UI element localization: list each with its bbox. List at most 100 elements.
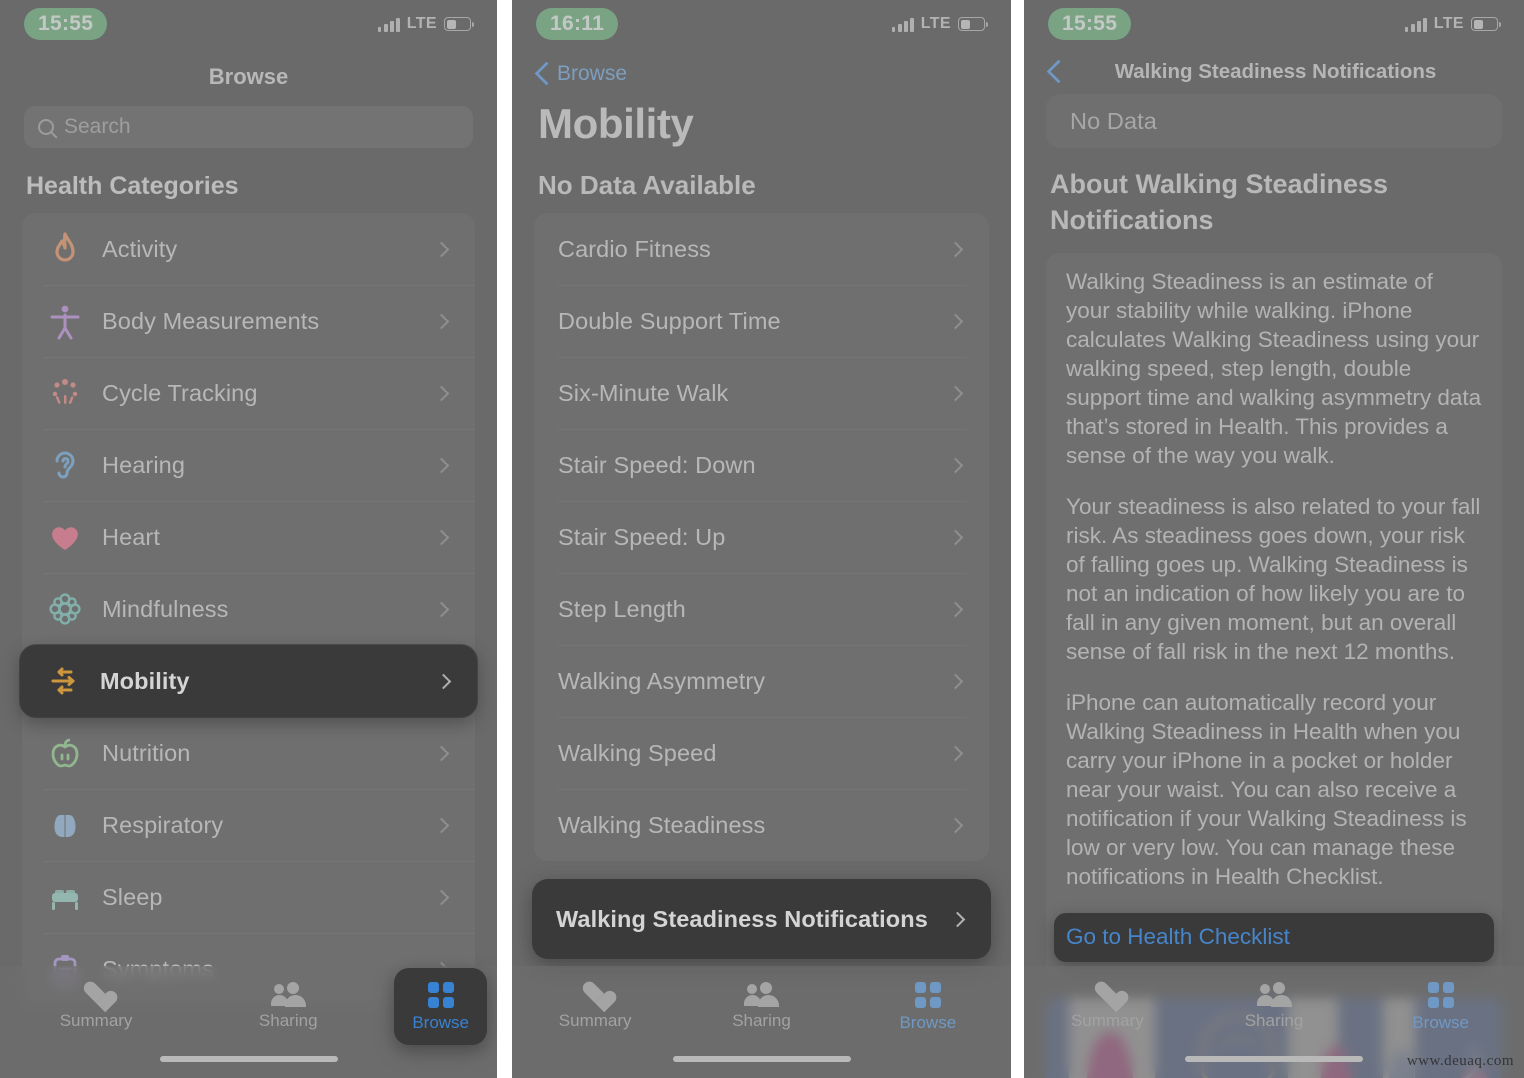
category-row-sleep[interactable]: Sleep [22, 861, 475, 933]
tab-summary[interactable]: Summary [0, 982, 192, 1031]
tab-label: Summary [558, 1011, 632, 1030]
chevron-right-icon [949, 911, 966, 927]
back-button[interactable]: Browse [512, 48, 1011, 92]
no-data-card: No Data [1046, 94, 1502, 148]
heart-icon [1094, 982, 1120, 1006]
status-bar: 15:55 LTE [1024, 0, 1524, 48]
people-icon [1257, 982, 1292, 1007]
category-row-body-measurements[interactable]: Body Measurements [22, 285, 475, 357]
tab-sharing[interactable]: Sharing [678, 982, 844, 1031]
category-label: Body Measurements [102, 307, 320, 334]
status-time: 15:55 [24, 8, 108, 40]
metric-label: Step Length [558, 595, 686, 622]
status-indicators: LTE [891, 15, 989, 33]
metric-label: Walking Steadiness Notifications [556, 905, 928, 932]
chevron-right-icon [433, 529, 450, 545]
status-indicators: LTE [377, 15, 475, 33]
category-row-mindfulness[interactable]: Mindfulness [22, 573, 475, 645]
tab-browse[interactable]: Browse [845, 982, 1011, 1033]
body-icon [44, 300, 86, 342]
highlighted-row[interactable]: Walking Steadiness Notifications [532, 879, 991, 959]
metric-row-double-support-time[interactable]: Double Support Time [534, 285, 989, 357]
network-label: LTE [1433, 15, 1464, 32]
metric-row-cardio-fitness[interactable]: Cardio Fitness [534, 213, 989, 285]
metric-row-walking-asymmetry[interactable]: Walking Asymmetry [534, 645, 989, 717]
chevron-right-icon [433, 601, 450, 617]
phone-screen-browse: 15:55 LTE Browse Search Health Categorie… [0, 0, 497, 1078]
network-label: LTE [920, 15, 951, 32]
no-data-row: No Data [1046, 94, 1502, 148]
metric-row-walking-speed[interactable]: Walking Speed [534, 717, 989, 789]
battery-icon [958, 17, 989, 31]
back-button[interactable] [1048, 60, 1061, 84]
chevron-right-icon [433, 241, 450, 257]
metric-row-walking-steadiness-notifications[interactable]: Walking Steadiness Notifications [532, 879, 991, 959]
people-icon [744, 982, 780, 1007]
tab-browse[interactable]: Browse [394, 968, 487, 1045]
flame-icon [44, 228, 86, 270]
tab-summary[interactable]: Summary [1024, 982, 1191, 1031]
grid-icon [1427, 982, 1454, 1008]
metric-row-stair-speed-down[interactable]: Stair Speed: Down [534, 429, 989, 501]
metric-label: Stair Speed: Up [558, 523, 726, 550]
tab-label: Sharing [732, 1011, 791, 1030]
go-to-health-checklist-link[interactable]: Go to Health Checklist [1054, 913, 1494, 963]
chevron-right-icon [947, 673, 964, 689]
metric-label: Walking Steadiness [558, 811, 766, 838]
heart-icon [582, 982, 608, 1006]
category-label: Hearing [102, 451, 185, 478]
status-time: 15:55 [1048, 8, 1132, 40]
metric-row-six-minute-walk[interactable]: Six-Minute Walk [534, 357, 989, 429]
back-label: Browse [557, 62, 628, 85]
bed-icon [44, 876, 86, 918]
status-time: 16:11 [536, 8, 619, 40]
health-categories-list: Activity Body Measurements Cycle Trackin… [20, 213, 477, 1005]
metric-label: Stair Speed: Down [558, 451, 756, 478]
chevron-right-icon [947, 529, 964, 545]
network-label: LTE [406, 15, 437, 32]
chevron-right-icon [947, 817, 964, 833]
category-row-mobility[interactable]: Mobility [20, 645, 477, 717]
page-title: Mobility [538, 100, 694, 147]
chevron-left-icon [536, 62, 549, 86]
metric-label: Six-Minute Walk [558, 379, 729, 406]
search-input[interactable]: Search [24, 106, 473, 148]
metric-label: Double Support Time [558, 307, 781, 334]
metric-row-stair-speed-up[interactable]: Stair Speed: Up [534, 501, 989, 573]
apple-icon [44, 732, 86, 774]
category-row-cycle-tracking[interactable]: Cycle Tracking [22, 357, 475, 429]
metric-row-step-length[interactable]: Step Length [534, 573, 989, 645]
chevron-right-icon [433, 313, 450, 329]
home-indicator [672, 1056, 851, 1062]
mobility-icon [42, 660, 84, 702]
battery-icon [444, 17, 475, 31]
grid-icon [914, 982, 941, 1008]
chevron-right-icon [433, 889, 450, 905]
phone-screen-walking-steadiness-notifications: 15:55 LTE Walking Steadiness Notificatio… [1024, 0, 1524, 1078]
category-row-nutrition[interactable]: Nutrition [22, 717, 475, 789]
category-label: Activity [102, 235, 178, 262]
chevron-right-icon [947, 385, 964, 401]
search-icon [38, 119, 54, 135]
ear-icon [44, 444, 86, 486]
metric-row-walking-steadiness[interactable]: Walking Steadiness [534, 789, 989, 861]
tab-summary[interactable]: Summary [512, 982, 678, 1031]
tab-sharing[interactable]: Sharing [1191, 982, 1358, 1031]
category-row-activity[interactable]: Activity [22, 213, 475, 285]
metric-label: Walking Asymmetry [558, 667, 766, 694]
cycle-icon [44, 372, 86, 414]
category-label: Mobility [100, 667, 190, 694]
heart-icon [44, 516, 86, 558]
category-row-heart[interactable]: Heart [22, 501, 475, 573]
battery-icon [1471, 17, 1502, 31]
tab-sharing[interactable]: Sharing [192, 982, 384, 1031]
category-row-hearing[interactable]: Hearing [22, 429, 475, 501]
grid-icon [427, 982, 454, 1008]
chevron-right-icon [947, 241, 964, 257]
home-indicator [159, 1056, 338, 1062]
screenshot-board: 15:55 LTE Browse Search Health Categorie… [0, 0, 1524, 1078]
tab-browse[interactable]: Browse [1357, 982, 1524, 1033]
signal-bars-icon [1404, 17, 1427, 32]
category-row-respiratory[interactable]: Respiratory [22, 789, 475, 861]
chevron-right-icon [947, 313, 964, 329]
